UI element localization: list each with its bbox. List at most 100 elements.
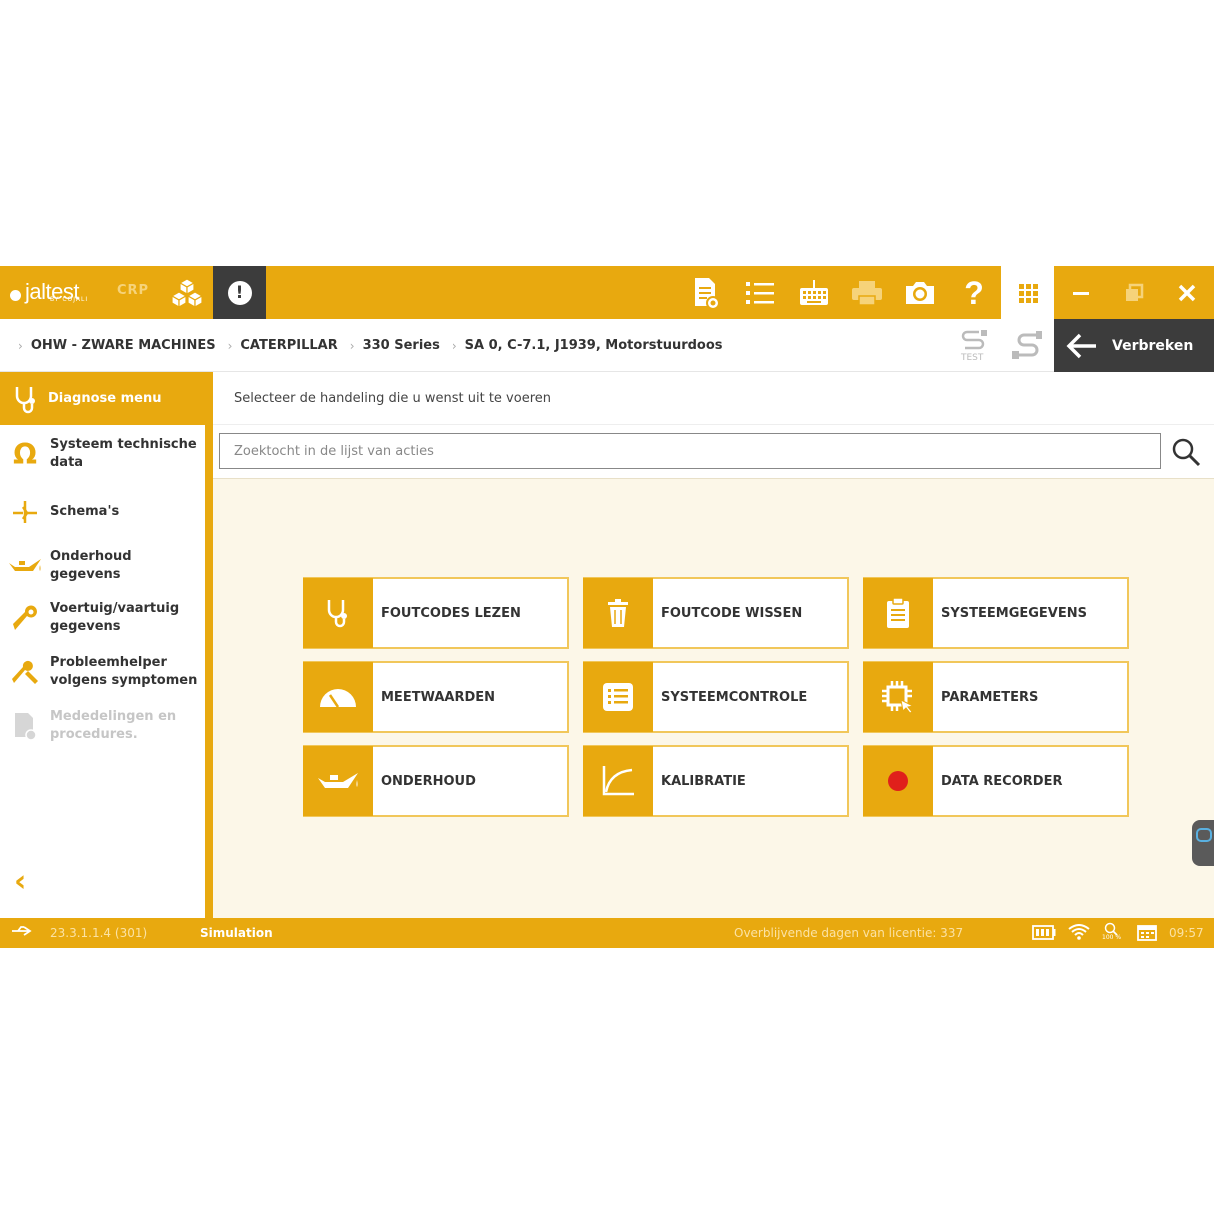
tile-calibration[interactable]: KALIBRATIE [583, 745, 849, 817]
tools-icon [12, 660, 38, 684]
sidebar-item-label: Voertuig/vaartuig gegevens [50, 601, 180, 634]
calendar-icon [1137, 923, 1157, 944]
chip-icon [882, 681, 915, 714]
search-row [213, 425, 1214, 479]
mode-text: Simulation [200, 926, 273, 940]
trash-icon [608, 599, 628, 627]
license-text: Overblijvende dagen van licentie: 337 [734, 926, 964, 940]
top-toolbar: jaltest BY COJALI CRP ! ? [0, 266, 1214, 319]
version-text: 23.3.1.1.4 (301) [50, 926, 148, 940]
tile-maintenance[interactable]: ONDERHOUD [303, 745, 569, 817]
arrow-left-icon [1066, 333, 1096, 358]
breadcrumb-item-model[interactable]: 330 Series [363, 338, 440, 353]
breadcrumb-separator: › [349, 338, 355, 353]
sidebar-item-problem-helper[interactable]: Probleemhelper volgens symptomen [0, 652, 205, 692]
search-input[interactable] [219, 433, 1161, 469]
minimize-icon [1072, 291, 1089, 295]
action-tiles-grid: FOUTCODES LEZEN FOUTCODE WISSEN SYSTEEMG… [303, 577, 1129, 817]
curve-icon [602, 766, 634, 796]
sidebar-item-label: Mededelingen en procedures. [50, 709, 177, 742]
instruction-text: Selecteer de handeling die u wenst uit t… [234, 391, 551, 406]
restore-button[interactable] [1107, 266, 1160, 319]
document-icon [15, 713, 37, 741]
gauge-icon [320, 689, 356, 708]
camera-icon[interactable] [903, 276, 937, 310]
apps-grid-icon [1018, 283, 1038, 303]
tile-read-fault-codes[interactable]: FOUTCODES LEZEN [303, 577, 569, 649]
tile-system-check[interactable]: SYSTEEMCONTROLE [583, 661, 849, 733]
search-icon [1172, 438, 1201, 467]
tile-label: SYSTEEMCONTROLE [661, 689, 808, 705]
jaltest-logo: jaltest [10, 276, 79, 308]
sidebar-item-notices: Mededelingen en procedures. [0, 706, 205, 746]
disconnect-button[interactable]: Verbreken [1054, 319, 1214, 372]
boxes-icon[interactable] [170, 278, 204, 309]
sidebar-item-vehicle-data[interactable]: Voertuig/vaartuig gegevens [0, 598, 205, 638]
clock-text: 09:57 [1169, 926, 1204, 940]
tile-data-recorder[interactable]: DATA RECORDER [863, 745, 1129, 817]
sidebar: Diagnose menu Ω Systeem technische data … [0, 372, 213, 918]
breadcrumb-item-category[interactable]: OHW - ZWARE MACHINES [31, 338, 216, 353]
breadcrumb: › OHW - ZWARE MACHINES › CATERPILLAR › 3… [18, 319, 735, 372]
main-panel: Selecteer de handeling die u wenst uit t… [213, 372, 1214, 918]
sidebar-item-label: Probleemhelper volgens symptomen [50, 655, 198, 688]
tile-clear-fault-code[interactable]: FOUTCODE WISSEN [583, 577, 849, 649]
sidebar-item-label: Schema's [50, 504, 120, 519]
list-icon[interactable] [743, 276, 777, 310]
alert-button[interactable]: ! [213, 266, 266, 319]
search-button[interactable] [1171, 437, 1201, 467]
breadcrumb-separator: › [227, 338, 233, 353]
breadcrumb-item-system[interactable]: SA 0, C-7.1, J1939, Motorstuurdoos [465, 338, 723, 353]
tile-system-data[interactable]: SYSTEEMGEGEVENS [863, 577, 1129, 649]
close-icon [1178, 284, 1195, 301]
breadcrumb-item-brand[interactable]: CATERPILLAR [240, 338, 337, 353]
connection-icon[interactable] [1010, 329, 1044, 363]
schema-icon [13, 501, 37, 523]
minimize-button[interactable] [1054, 266, 1107, 319]
apps-grid-button[interactable] [1001, 266, 1054, 319]
collapse-sidebar-icon[interactable]: ‹ [14, 864, 26, 899]
sidebar-item-maintenance-data[interactable]: Onderhoud gegevens [0, 546, 205, 586]
logo-subtext: BY COJALI [50, 296, 89, 303]
usb-icon [10, 924, 34, 941]
battery-icon [1032, 925, 1056, 943]
remote-icon [1196, 828, 1212, 842]
breadcrumb-bar: › OHW - ZWARE MACHINES › CATERPILLAR › 3… [0, 319, 1214, 372]
restore-icon [1125, 283, 1143, 301]
connection-test-icon[interactable]: TEST [957, 329, 991, 363]
tile-label: MEETWAARDEN [381, 689, 496, 705]
sidebar-item-label: Systeem technische data [50, 437, 197, 470]
clipboard-icon [887, 597, 909, 628]
status-bar: 23.3.1.1.4 (301) Simulation Overblijvend… [0, 918, 1214, 948]
tile-measurements[interactable]: MEETWAARDEN [303, 661, 569, 733]
stethoscope-icon [327, 600, 347, 628]
close-button[interactable] [1160, 266, 1213, 319]
report-icon[interactable] [689, 276, 723, 310]
zoom-indicator: 100 % [1102, 922, 1124, 941]
sidebar-item-label: Onderhoud gegevens [50, 549, 132, 582]
tile-label: DATA RECORDER [941, 773, 1063, 789]
checklist-icon [603, 683, 633, 711]
tile-parameters[interactable]: PARAMETERS [863, 661, 1129, 733]
alert-icon: ! [227, 280, 252, 305]
wifi-icon [1068, 924, 1090, 943]
breadcrumb-separator: › [18, 338, 23, 353]
remote-support-tab[interactable] [1192, 820, 1214, 866]
help-icon[interactable]: ? [957, 275, 991, 311]
tile-label: SYSTEEMGEGEVENS [941, 605, 1087, 621]
tile-label: PARAMETERS [941, 689, 1039, 705]
instruction-bar: Selecteer de handeling die u wenst uit t… [213, 372, 1214, 425]
stethoscope-icon [15, 386, 35, 413]
sidebar-item-diagnose-menu[interactable]: Diagnose menu [0, 372, 205, 425]
record-icon [888, 771, 908, 791]
printer-icon[interactable] [850, 276, 884, 310]
tile-label: ONDERHOUD [381, 773, 476, 789]
tile-label: KALIBRATIE [661, 773, 746, 789]
sidebar-item-schemas[interactable]: Schema's [0, 492, 205, 532]
sidebar-item-system-data[interactable]: Ω Systeem technische data [0, 434, 205, 474]
test-label: TEST [960, 353, 984, 363]
breadcrumb-separator: › [451, 338, 457, 353]
zoom-text: 100 % [1102, 934, 1122, 941]
keyboard-icon[interactable] [797, 276, 831, 310]
omega-icon: Ω [13, 437, 37, 471]
